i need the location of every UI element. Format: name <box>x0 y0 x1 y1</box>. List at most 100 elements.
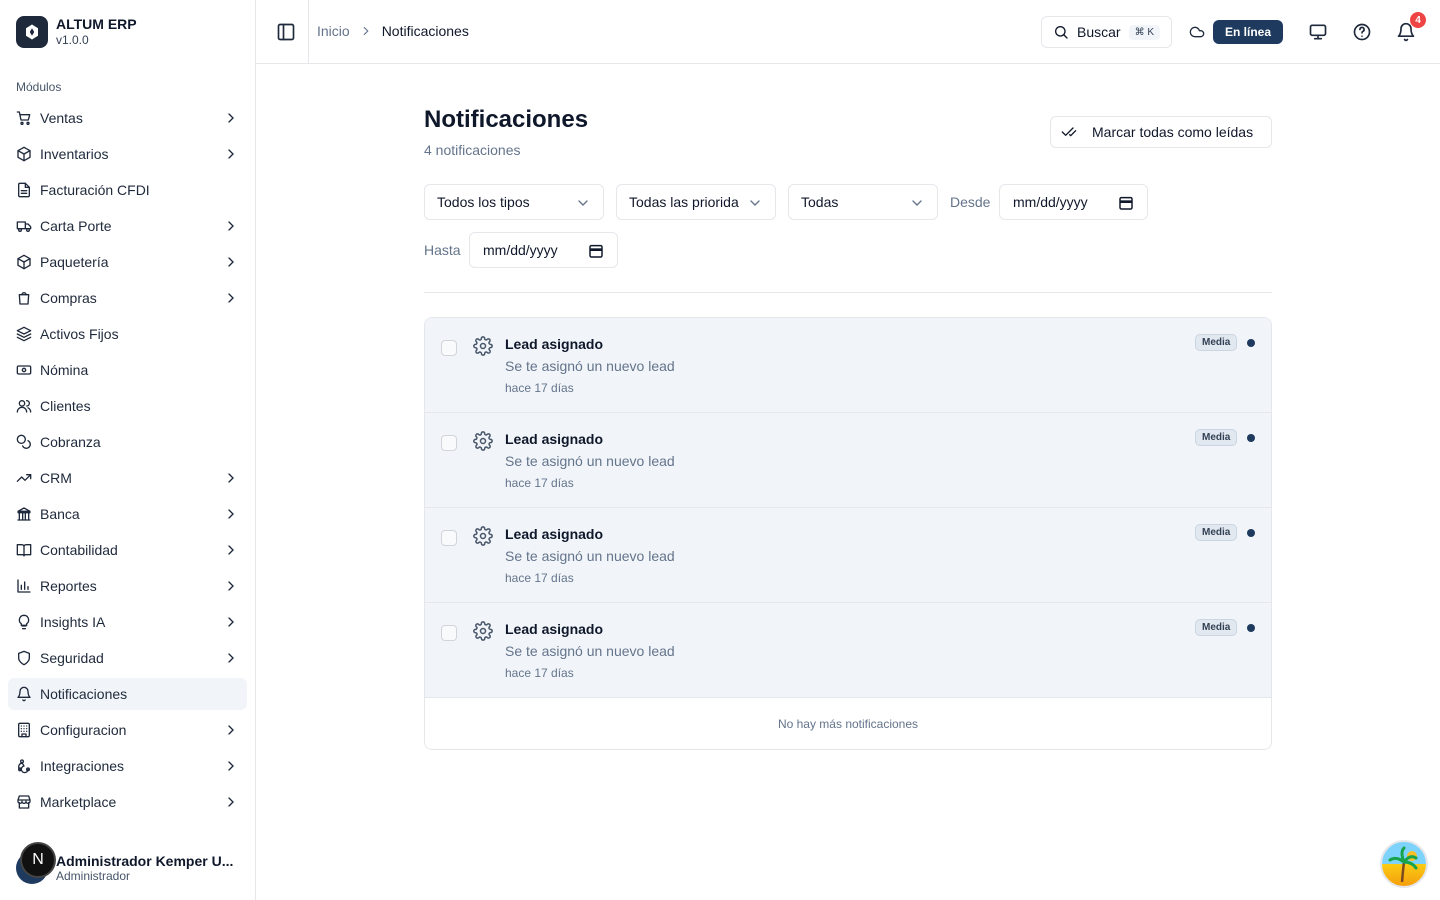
notification-message: Se te asignó un nuevo lead <box>505 643 675 659</box>
calendar-icon[interactable] <box>588 243 604 259</box>
chevron-right-icon <box>223 218 239 234</box>
chevron-right-icon <box>223 650 239 666</box>
sidebar-nav: Ventas Inventarios Facturación CFDI Carta P… <box>8 102 247 822</box>
search-label: Buscar <box>1077 24 1121 40</box>
chevron-down-icon <box>909 195 925 211</box>
notification-item[interactable]: Lead asignado Se te asignó un nuevo lead h… <box>425 508 1271 603</box>
help-icon[interactable] <box>1352 22 1372 42</box>
unread-dot <box>1247 339 1255 347</box>
sidebar-item-marketplace[interactable]: Marketplace <box>8 786 247 818</box>
sidebar-item-inventarios[interactable]: Inventarios <box>8 138 247 170</box>
notification-checkbox[interactable] <box>441 435 457 451</box>
sidebar-item-seguridad[interactable]: Seguridad <box>8 642 247 674</box>
chevron-right-icon <box>223 146 239 162</box>
sidebar-item-label: Reportes <box>40 578 97 594</box>
sidebar-item-contabilidad[interactable]: Contabilidad <box>8 534 247 566</box>
sidebar-section-label: Módulos <box>16 80 62 94</box>
to-date-label: Hasta <box>424 242 461 258</box>
type-filter-select[interactable]: Todos los tipos <box>424 184 604 220</box>
notification-title: Lead asignado <box>505 621 604 637</box>
users-icon <box>16 398 32 414</box>
to-date-value: mm/dd/yyyy <box>483 242 558 258</box>
notification-checkbox[interactable] <box>441 530 457 546</box>
bank-icon <box>16 506 32 522</box>
page-subtitle: 4 notificaciones <box>424 142 521 158</box>
mark-all-read-button[interactable]: Marcar todas como leídas <box>1050 116 1272 148</box>
sidebar-item-label: Contabilidad <box>40 542 118 558</box>
sidebar-item-compras[interactable]: Compras <box>8 282 247 314</box>
sidebar-item-activos-fijos[interactable]: Activos Fijos <box>8 318 247 350</box>
gear-icon <box>473 621 493 641</box>
notification-checkbox[interactable] <box>441 625 457 641</box>
sidebar-item-label: CRM <box>40 470 72 486</box>
breadcrumb: Inicio Notificaciones <box>317 23 469 39</box>
priority-badge: Media <box>1195 429 1238 446</box>
sidebar-item-banca[interactable]: Banca <box>8 498 247 530</box>
calendar-icon[interactable] <box>1118 195 1134 211</box>
dev-tools-badge[interactable]: N <box>20 842 56 878</box>
sidebar-item-paqueteria[interactable]: Paquetería <box>8 246 247 278</box>
cloud-icon <box>1189 24 1205 40</box>
notification-time: hace 17 días <box>505 571 574 585</box>
sidebar-item-clientes[interactable]: Clientes <box>8 390 247 422</box>
from-date-input[interactable]: mm/dd/yyyy <box>999 184 1148 220</box>
notification-checkbox[interactable] <box>441 340 457 356</box>
user-role: Administrador <box>56 869 131 883</box>
sidebar-item-ventas[interactable]: Ventas <box>8 102 247 134</box>
chevron-right-icon <box>223 758 239 774</box>
chevron-right-icon <box>223 290 239 306</box>
sidebar-item-facturacion-cfdi[interactable]: Facturación CFDI <box>8 174 247 206</box>
status-filter-select[interactable]: Todas <box>788 184 938 220</box>
notification-item[interactable]: Lead asignado Se te asignó un nuevo lead h… <box>425 603 1271 698</box>
user-name: Administrador Kemper U... <box>56 853 234 869</box>
assistant-avatar-button[interactable] <box>1380 840 1428 888</box>
brand[interactable]: ALTUM ERP v1.0.0 <box>16 16 137 48</box>
search-button[interactable]: Buscar ⌘ K <box>1041 16 1172 48</box>
to-date-input[interactable]: mm/dd/yyyy <box>469 232 618 268</box>
breadcrumb-current: Notificaciones <box>381 23 469 39</box>
sidebar-item-label: Banca <box>40 506 80 522</box>
sidebar-item-reportes[interactable]: Reportes <box>8 570 247 602</box>
chevron-right-icon <box>359 24 373 38</box>
sidebar: ALTUM ERP v1.0.0 Módulos Ventas Inventari… <box>0 0 256 900</box>
chevron-right-icon <box>223 506 239 522</box>
sidebar-item-insights-ia[interactable]: Insights IA <box>8 606 247 638</box>
sidebar-item-nomina[interactable]: Nómina <box>8 354 247 386</box>
notification-title: Lead asignado <box>505 526 604 542</box>
status-badge: En línea <box>1213 20 1284 44</box>
sidebar-item-configuracion[interactable]: Configuracion <box>8 714 247 746</box>
sidebar-toggle-icon[interactable] <box>276 22 296 42</box>
notification-message: Se te asignó un nuevo lead <box>505 453 675 469</box>
sidebar-item-label: Ventas <box>40 110 83 126</box>
top-header: Inicio Notificaciones Buscar ⌘ K En líne… <box>256 0 1440 64</box>
notification-title: Lead asignado <box>505 336 604 352</box>
sidebar-item-carta-porte[interactable]: Carta Porte <box>8 210 247 242</box>
notification-count-badge: 4 <box>1410 12 1426 28</box>
sidebar-item-label: Seguridad <box>40 650 104 666</box>
sidebar-item-crm[interactable]: CRM <box>8 462 247 494</box>
unread-dot <box>1247 624 1255 632</box>
unread-dot <box>1247 434 1255 442</box>
sidebar-item-label: Configuracion <box>40 722 127 738</box>
mark-all-read-label: Marcar todas como leídas <box>1092 124 1254 140</box>
layers-icon <box>16 326 32 342</box>
priority-filter-select[interactable]: Todas las priorida <box>616 184 776 220</box>
sidebar-item-cobranza[interactable]: Cobranza <box>8 426 247 458</box>
sidebar-item-integraciones[interactable]: Integraciones <box>8 750 247 782</box>
truck-icon <box>16 218 32 234</box>
search-icon <box>1053 24 1069 40</box>
brand-logo-icon <box>16 16 48 48</box>
shield-icon <box>16 650 32 666</box>
notification-item[interactable]: Lead asignado Se te asignó un nuevo lead h… <box>425 318 1271 413</box>
monitor-icon[interactable] <box>1308 22 1328 42</box>
breadcrumb-home[interactable]: Inicio <box>317 23 350 39</box>
notification-item[interactable]: Lead asignado Se te asignó un nuevo lead h… <box>425 413 1271 508</box>
sidebar-item-label: Compras <box>40 290 97 306</box>
chevron-right-icon <box>223 254 239 270</box>
banknote-icon <box>16 362 32 378</box>
book-icon <box>16 542 32 558</box>
gear-icon <box>473 336 493 356</box>
chevron-down-icon <box>747 195 763 211</box>
header-divider <box>308 0 309 63</box>
sidebar-item-notificaciones[interactable]: Notificaciones <box>8 678 247 710</box>
